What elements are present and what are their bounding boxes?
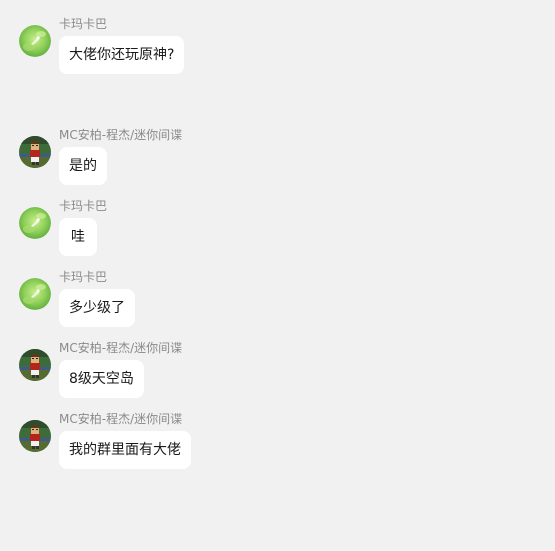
avatar[interactable] <box>19 349 51 381</box>
sender-name: MC安柏-程杰/迷你间谍 <box>59 412 183 426</box>
sender-name: 卡玛卡巴 <box>59 199 108 213</box>
message-bubble[interactable]: 我的群里面有大佬 <box>59 431 191 469</box>
avatar[interactable] <box>19 136 51 168</box>
message-bubble[interactable]: 是的 <box>59 147 107 185</box>
message-bubble[interactable]: 大佬你还玩原神? <box>59 36 185 74</box>
avatar[interactable] <box>19 25 51 57</box>
sender-name: 卡玛卡巴 <box>59 17 108 31</box>
message-bubble[interactable]: 哇 <box>59 218 97 256</box>
chat-message-list[interactable]: 卡玛卡巴 大佬你还玩原神? MC安柏-程杰/迷你间谍 是的 卡玛卡巴 哇 卡玛卡… <box>0 0 555 551</box>
green-leaf-avatar-icon <box>19 207 51 239</box>
sender-name: MC安柏-程杰/迷你间谍 <box>59 341 183 355</box>
pixel-character-avatar-icon <box>19 349 51 381</box>
avatar[interactable] <box>19 278 51 310</box>
green-leaf-avatar-icon <box>19 278 51 310</box>
sender-name: MC安柏-程杰/迷你间谍 <box>59 128 183 142</box>
avatar[interactable] <box>19 207 51 239</box>
pixel-character-avatar-icon <box>19 420 51 452</box>
message-bubble[interactable]: 8级天空岛 <box>59 360 144 398</box>
avatar[interactable] <box>19 420 51 452</box>
sender-name: 卡玛卡巴 <box>59 270 108 284</box>
green-leaf-avatar-icon <box>19 25 51 57</box>
pixel-character-avatar-icon <box>19 136 51 168</box>
message-bubble[interactable]: 多少级了 <box>59 289 135 327</box>
